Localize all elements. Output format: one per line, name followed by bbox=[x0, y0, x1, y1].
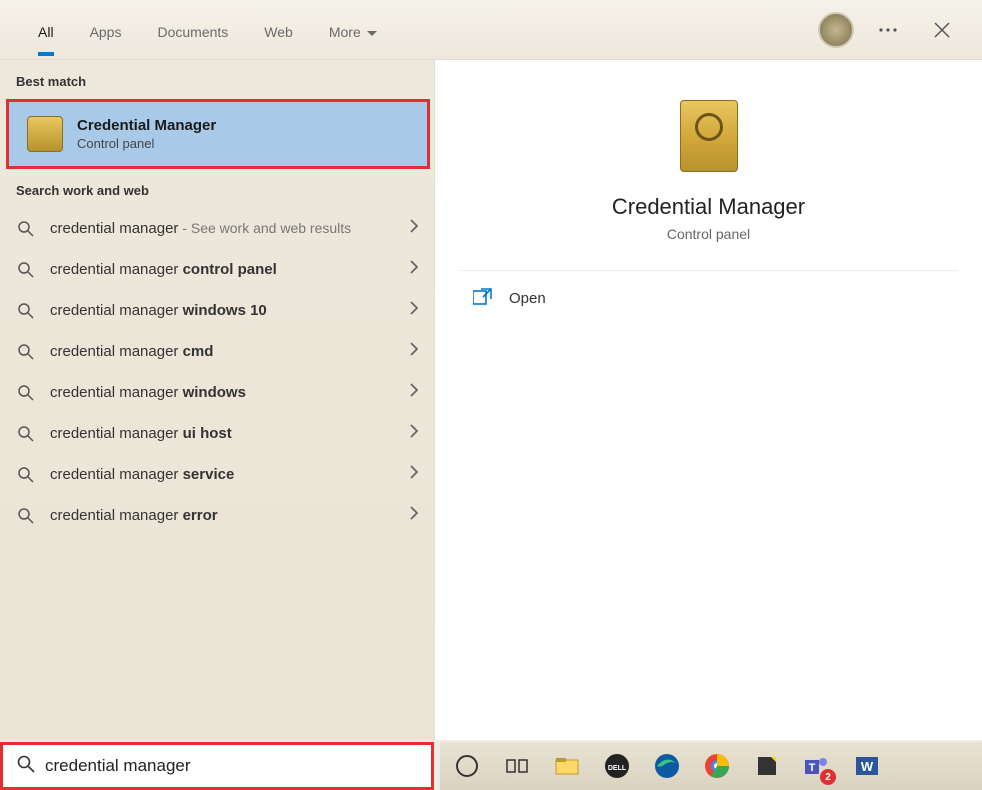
close-button[interactable] bbox=[922, 10, 962, 50]
search-icon bbox=[16, 424, 36, 444]
svg-text:W: W bbox=[861, 759, 874, 774]
chevron-down-icon bbox=[367, 24, 377, 40]
suggestion-text: credential manager error bbox=[50, 505, 396, 526]
svg-text:T: T bbox=[809, 762, 816, 774]
user-avatar[interactable] bbox=[818, 12, 854, 48]
chevron-right-icon[interactable] bbox=[410, 260, 418, 279]
chevron-right-icon[interactable] bbox=[410, 506, 418, 525]
suggestion-item[interactable]: credential manager ui host bbox=[0, 413, 434, 454]
suggestion-text: credential manager cmd bbox=[50, 341, 396, 362]
search-icon bbox=[16, 383, 36, 403]
open-label: Open bbox=[509, 290, 546, 307]
chevron-right-icon[interactable] bbox=[410, 383, 418, 402]
detail-panel: Credential Manager Control panel Open bbox=[434, 60, 982, 740]
search-icon bbox=[16, 219, 36, 239]
word-icon[interactable]: W bbox=[850, 749, 884, 783]
open-action[interactable]: Open bbox=[459, 271, 958, 325]
chrome-icon[interactable] bbox=[700, 749, 734, 783]
taskbar: DELL T 2 W bbox=[440, 742, 982, 790]
teams-icon[interactable]: T 2 bbox=[800, 749, 834, 783]
teams-badge: 2 bbox=[820, 769, 836, 785]
tab-all[interactable]: All bbox=[20, 6, 72, 54]
tab-documents[interactable]: Documents bbox=[139, 6, 246, 54]
suggestion-item[interactable]: credential manager error bbox=[0, 495, 434, 536]
suggestion-text: credential manager ui host bbox=[50, 423, 396, 444]
detail-subtitle: Control panel bbox=[459, 226, 958, 242]
svg-text:DELL: DELL bbox=[608, 765, 627, 772]
search-icon bbox=[16, 506, 36, 526]
suggestion-item[interactable]: credential manager - See work and web re… bbox=[0, 208, 434, 249]
suggestion-item[interactable]: credential manager cmd bbox=[0, 331, 434, 372]
tab-more[interactable]: More bbox=[311, 6, 395, 54]
suggestion-text: credential manager windows 10 bbox=[50, 300, 396, 321]
detail-title: Credential Manager bbox=[459, 194, 958, 220]
cortana-icon[interactable] bbox=[450, 749, 484, 783]
search-icon bbox=[16, 465, 36, 485]
edge-icon[interactable] bbox=[650, 749, 684, 783]
best-match-title: Credential Manager bbox=[77, 117, 409, 134]
tab-apps[interactable]: Apps bbox=[72, 6, 140, 54]
search-web-label: Search work and web bbox=[0, 169, 434, 208]
chevron-right-icon[interactable] bbox=[410, 219, 418, 238]
search-icon bbox=[16, 342, 36, 362]
dell-icon[interactable]: DELL bbox=[600, 749, 634, 783]
results-panel: Best match Credential Manager Control pa… bbox=[0, 60, 434, 740]
suggestion-text: credential manager - See work and web re… bbox=[50, 218, 396, 239]
header: All Apps Documents Web More bbox=[0, 0, 982, 60]
best-match-result[interactable]: Credential Manager Control panel bbox=[6, 99, 430, 169]
suggestion-item[interactable]: credential manager service bbox=[0, 454, 434, 495]
task-view-icon[interactable] bbox=[500, 749, 534, 783]
search-bar[interactable] bbox=[0, 742, 434, 790]
search-input[interactable] bbox=[35, 756, 417, 776]
suggestion-item[interactable]: credential manager windows bbox=[0, 372, 434, 413]
chevron-right-icon[interactable] bbox=[410, 465, 418, 484]
search-icon bbox=[17, 755, 35, 778]
chevron-right-icon[interactable] bbox=[410, 424, 418, 443]
suggestion-item[interactable]: credential manager windows 10 bbox=[0, 290, 434, 331]
search-icon bbox=[16, 260, 36, 280]
credential-manager-icon bbox=[27, 116, 63, 152]
options-button[interactable] bbox=[868, 10, 908, 50]
chevron-right-icon[interactable] bbox=[410, 342, 418, 361]
best-match-label: Best match bbox=[0, 60, 434, 99]
chevron-right-icon[interactable] bbox=[410, 301, 418, 320]
suggestion-text: credential manager control panel bbox=[50, 259, 396, 280]
best-match-subtitle: Control panel bbox=[77, 136, 409, 151]
open-icon bbox=[473, 287, 493, 309]
credential-manager-large-icon bbox=[680, 100, 738, 172]
suggestion-item[interactable]: credential manager control panel bbox=[0, 249, 434, 290]
sticky-notes-icon[interactable] bbox=[750, 749, 784, 783]
tab-web[interactable]: Web bbox=[246, 6, 311, 54]
suggestion-text: credential manager windows bbox=[50, 382, 396, 403]
file-explorer-icon[interactable] bbox=[550, 749, 584, 783]
suggestion-text: credential manager service bbox=[50, 464, 396, 485]
search-tabs: All Apps Documents Web More bbox=[20, 6, 395, 54]
search-icon bbox=[16, 301, 36, 321]
